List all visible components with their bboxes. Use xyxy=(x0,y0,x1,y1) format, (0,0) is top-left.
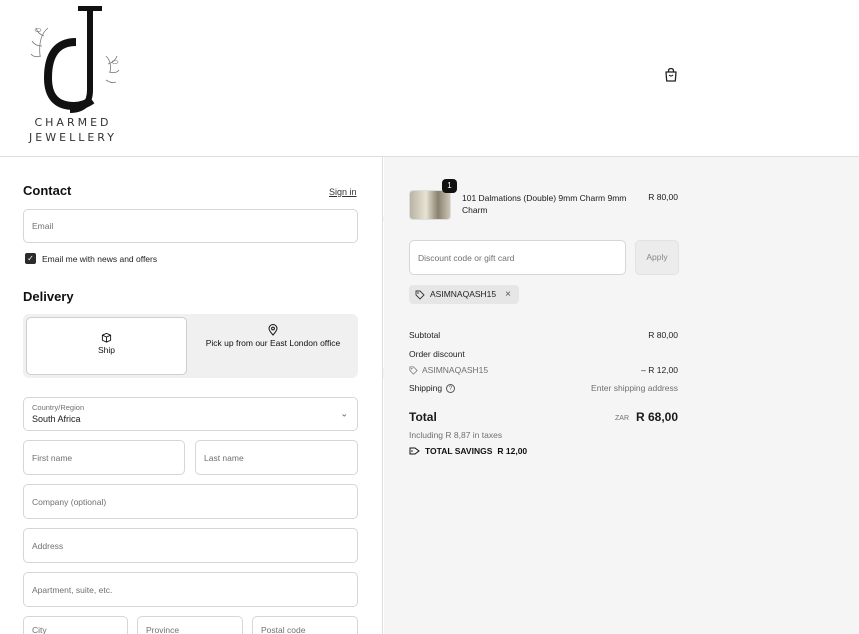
total-value: R 68,00 xyxy=(635,410,678,424)
total-savings: TOTAL SAVINGS R 12,00 xyxy=(409,446,527,456)
total-savings-value: R 12,00 xyxy=(497,446,528,456)
delivery-option-ship[interactable]: Ship xyxy=(26,317,187,375)
map-pin-icon xyxy=(268,324,278,336)
country-value: South Africa xyxy=(32,414,81,424)
shipping-value: Enter shipping address xyxy=(591,383,678,393)
remove-discount-icon[interactable]: × xyxy=(505,285,511,304)
order-discount-label: Order discount xyxy=(409,349,465,359)
last-name-placeholder: Last name xyxy=(204,452,244,463)
tag-icon xyxy=(409,365,418,375)
checkout-form: Contact Sign in Email ✓ Email me with ne… xyxy=(0,157,383,634)
delivery-method-selector: Ship Pick up from our East London office xyxy=(23,314,358,378)
country-select[interactable]: Country/Region South Africa ⌄ xyxy=(23,397,358,431)
postal-code-placeholder: Postal code xyxy=(261,625,306,634)
subtotal-label: Subtotal xyxy=(409,330,441,340)
email-field[interactable]: Email xyxy=(23,209,358,243)
discount-placeholder: Discount code or gift card xyxy=(418,252,515,263)
product-thumbnail xyxy=(409,190,451,220)
product-name: 101 Dalmations (Double) 9mm Charm 9mm Ch… xyxy=(462,193,627,215)
apartment-placeholder: Apartment, suite, etc. xyxy=(32,584,113,595)
total-savings-label: TOTAL SAVINGS xyxy=(425,446,493,456)
applied-code-text: ASIMNAQASH15 xyxy=(430,289,497,299)
order-summary-panel xyxy=(384,157,859,634)
shopping-bag-icon[interactable] xyxy=(663,67,679,83)
currency-code: ZAR xyxy=(615,415,629,422)
discount-code-field[interactable]: Discount code or gift card xyxy=(409,240,626,275)
subtotal-value: R 80,00 xyxy=(648,330,678,340)
last-name-field[interactable]: Last name xyxy=(195,440,358,475)
taxes-note: Including R 8,87 in taxes xyxy=(409,430,503,440)
province-placeholder: Province xyxy=(146,625,180,634)
company-placeholder: Company (optional) xyxy=(32,496,107,507)
address-field[interactable]: Address xyxy=(23,528,358,563)
apply-button[interactable]: Apply xyxy=(635,240,679,275)
logo-text-line1: CHARMED xyxy=(34,116,112,129)
newsletter-label: Email me with news and offers xyxy=(42,254,158,264)
newsletter-checkbox[interactable]: ✓ xyxy=(25,253,36,264)
first-name-field[interactable]: First name xyxy=(23,440,185,475)
help-circle-icon[interactable]: ? xyxy=(446,383,456,393)
total-label: Total xyxy=(409,410,437,424)
first-name-placeholder: First name xyxy=(32,452,73,463)
discount-code-row: ASIMNAQASH15 xyxy=(409,365,488,375)
postal-code-field[interactable]: Postal code xyxy=(252,616,358,634)
discount-code-text: ASIMNAQASH15 xyxy=(422,365,489,375)
pickup-label: Pick up from our East London office xyxy=(205,338,341,348)
chevron-down-icon: ⌄ xyxy=(225,629,233,634)
company-field[interactable]: Company (optional) xyxy=(23,484,358,519)
delivery-option-pickup[interactable]: Pick up from our East London office xyxy=(191,317,355,375)
quantity-badge: 1 xyxy=(442,179,457,193)
chevron-down-icon: ⌄ xyxy=(340,408,348,419)
apartment-field[interactable]: Apartment, suite, etc. xyxy=(23,572,358,607)
applied-discount-chip: ASIMNAQASH15 × xyxy=(409,285,519,304)
tag-icon xyxy=(409,447,420,455)
country-label: Country/Region xyxy=(32,403,85,412)
shipping-row: Shipping ? xyxy=(409,383,456,393)
contact-title: Contact xyxy=(23,183,72,198)
logo-text-line2: JEWELLERY xyxy=(29,131,117,144)
city-field[interactable]: City xyxy=(23,616,128,634)
shipping-label: Shipping xyxy=(409,383,443,393)
ship-label: Ship xyxy=(97,345,115,355)
email-placeholder: Email xyxy=(32,221,54,231)
province-select[interactable]: Province ⌄ xyxy=(137,616,243,634)
delivery-title: Delivery xyxy=(23,289,74,304)
page-header: CHARMED JEWELLERY xyxy=(0,0,859,157)
product-price: R 80,00 xyxy=(648,192,678,202)
city-placeholder: City xyxy=(32,625,47,634)
tag-icon xyxy=(415,290,425,300)
sign-in-link[interactable]: Sign in xyxy=(329,187,357,197)
box-icon xyxy=(101,332,112,343)
address-placeholder: Address xyxy=(32,540,64,551)
discount-value: – R 12,00 xyxy=(641,365,678,375)
